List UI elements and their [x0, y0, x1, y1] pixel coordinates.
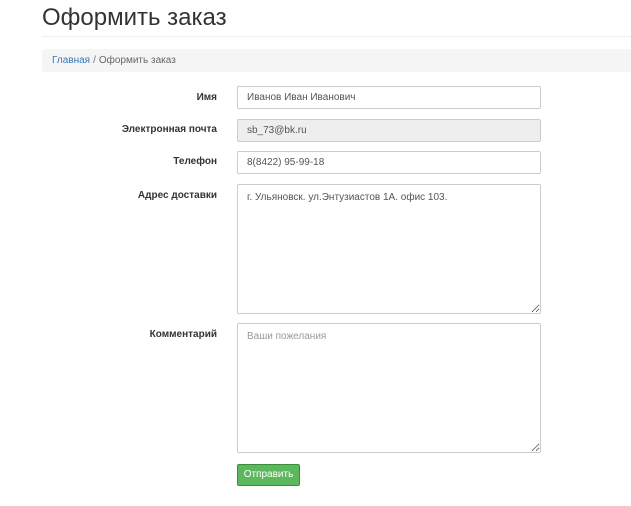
- name-label: Имя: [196, 92, 217, 103]
- breadcrumb-items: Главная / Оформить заказ: [52, 49, 176, 72]
- breadcrumb: Главная / Оформить заказ: [42, 49, 631, 72]
- phone-input[interactable]: [237, 151, 541, 174]
- address-label: Адрес доставки: [137, 190, 217, 201]
- page-header: Оформить заказ: [42, 0, 631, 37]
- address-textarea[interactable]: г. Ульяновск. ул.Энтузиастов 1А. офис 10…: [237, 184, 541, 314]
- phone-label: Телефон: [173, 156, 217, 167]
- name-input[interactable]: [237, 86, 541, 109]
- comment-label: Комментарий: [149, 329, 217, 340]
- email-field: [237, 119, 541, 142]
- submit-button[interactable]: Отправить: [237, 464, 300, 486]
- comment-textarea[interactable]: [237, 323, 541, 453]
- page-title: Оформить заказ: [42, 4, 227, 31]
- breadcrumb-current: Оформить заказ: [98, 55, 176, 66]
- breadcrumb-home-link[interactable]: Главная: [52, 55, 90, 66]
- breadcrumb-separator: /: [93, 55, 96, 66]
- email-label: Электронная почта: [121, 124, 217, 135]
